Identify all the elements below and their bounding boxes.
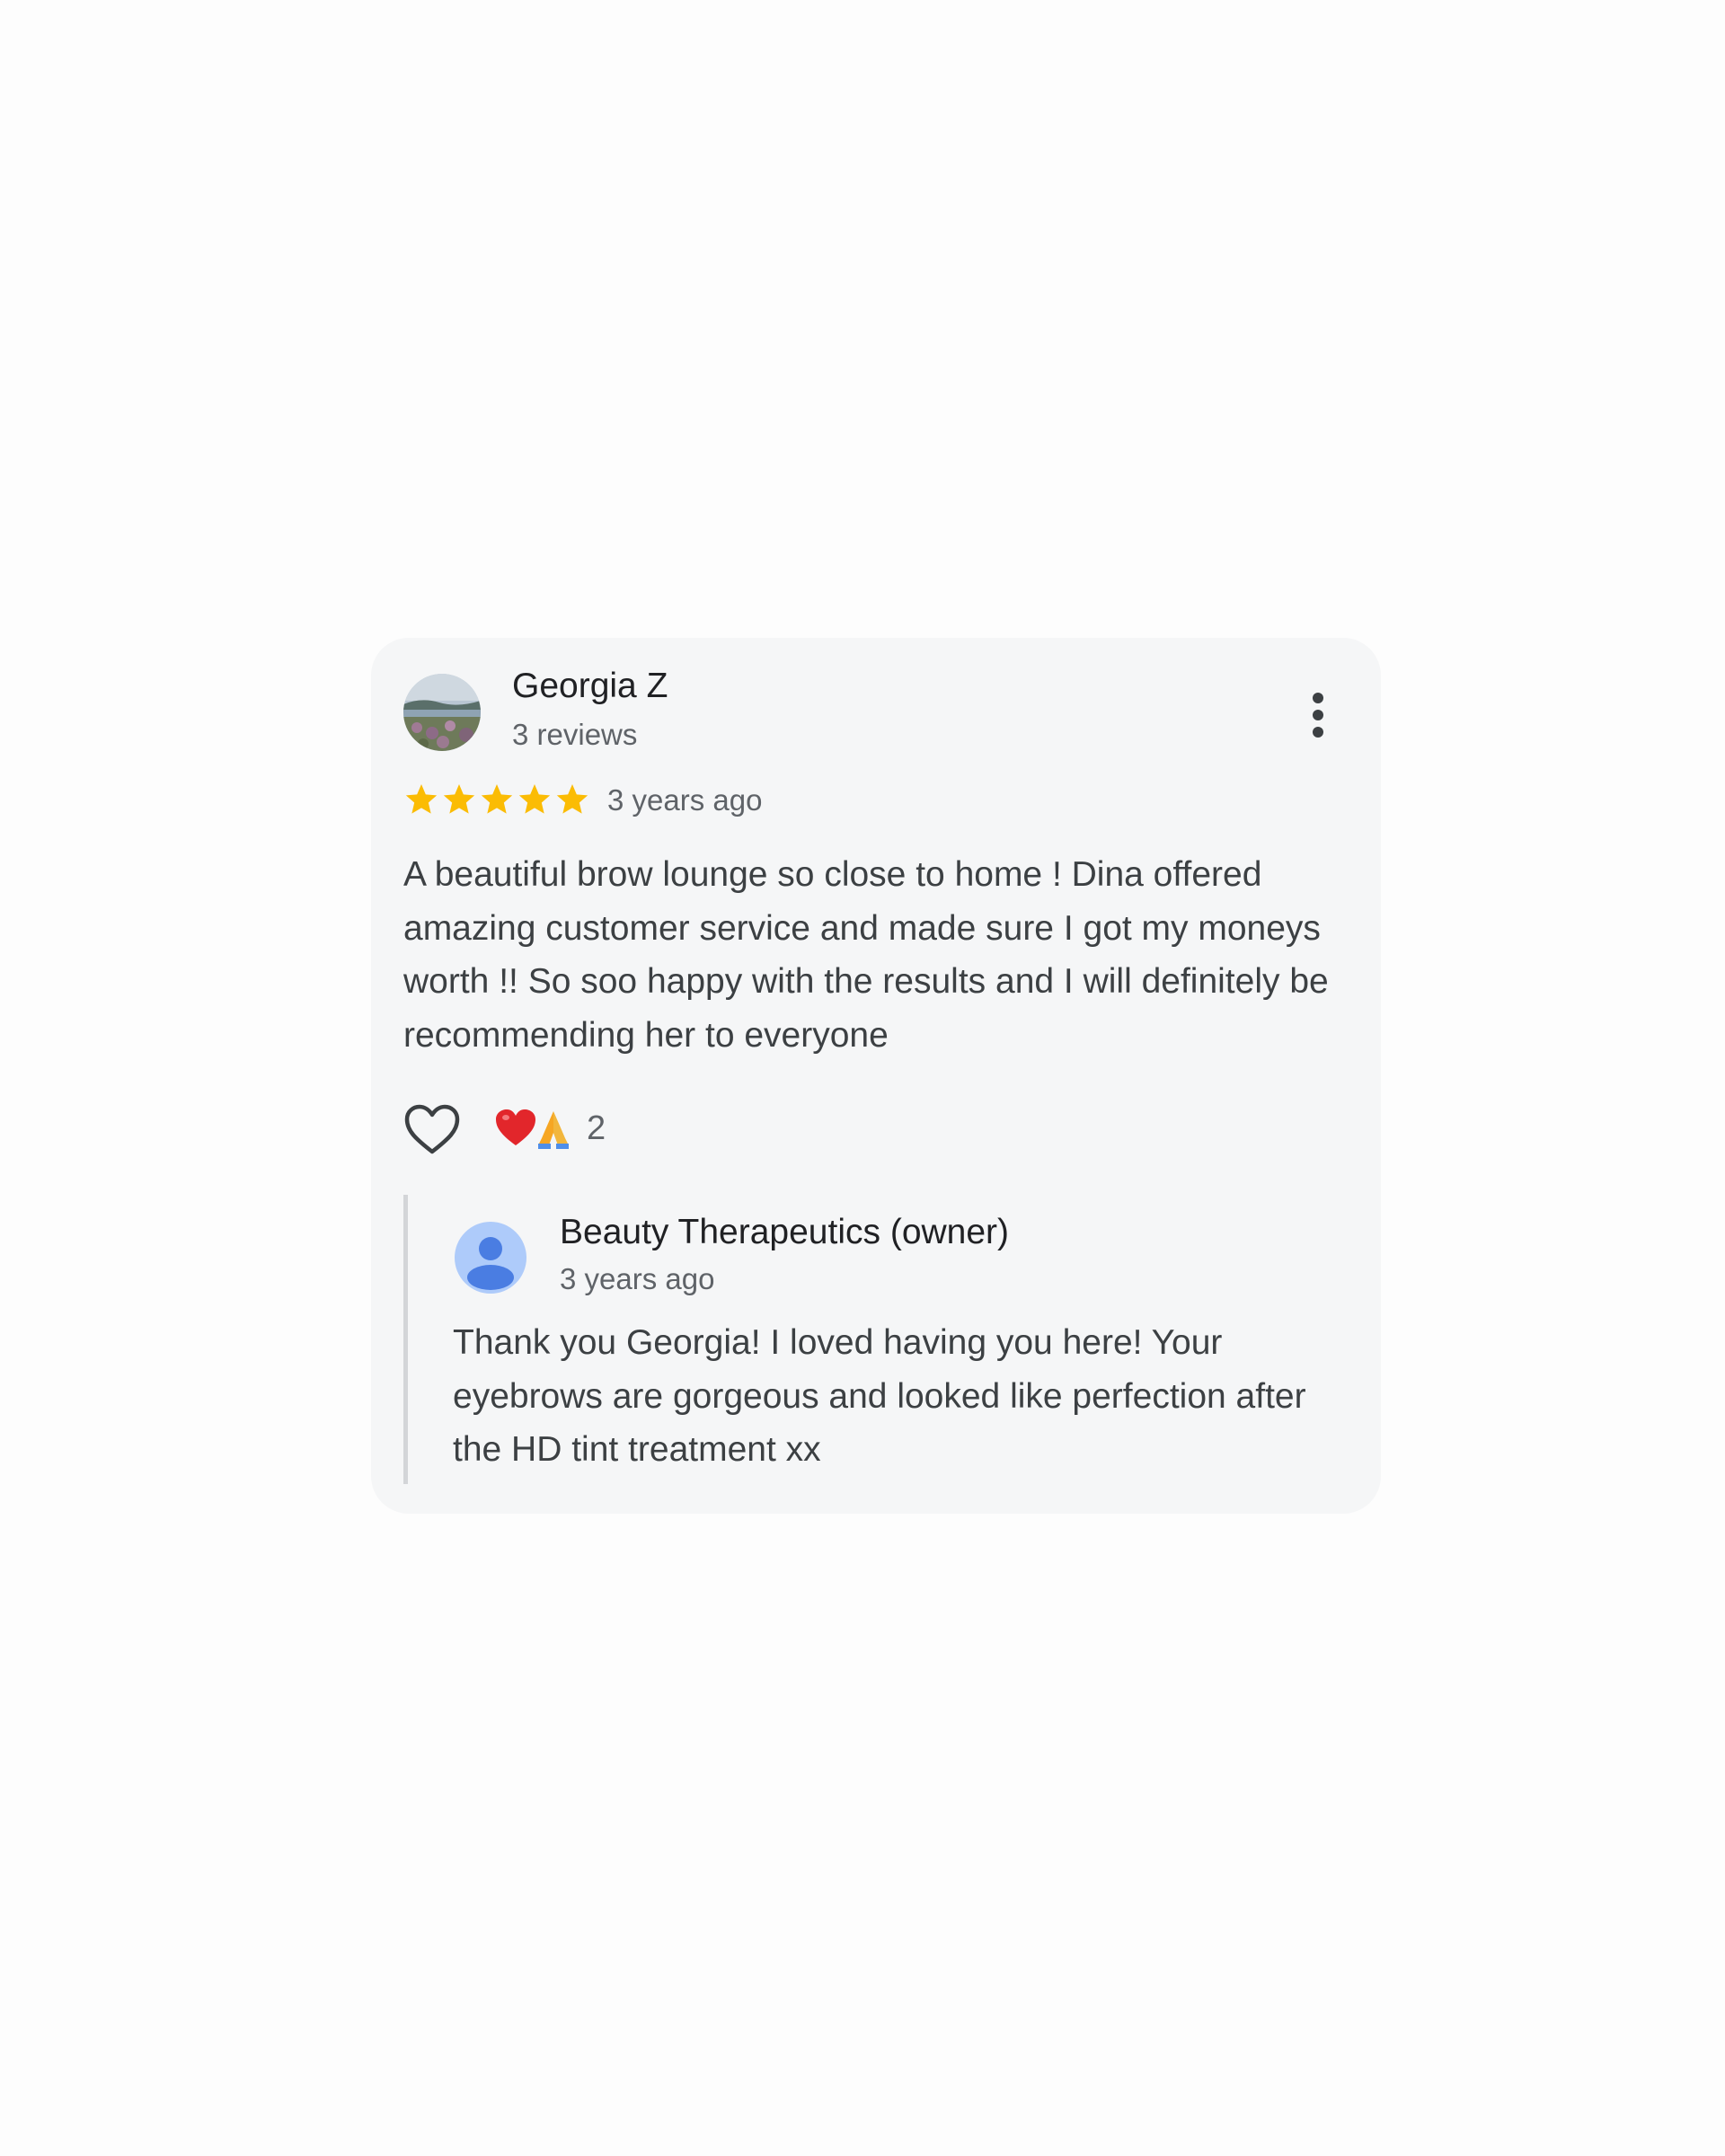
owner-name: Beauty Therapeutics (owner) bbox=[560, 1213, 1010, 1251]
star-rating bbox=[403, 782, 590, 817]
heart-outline-icon[interactable] bbox=[403, 1103, 461, 1157]
star-icon bbox=[443, 784, 475, 814]
owner-reply-text: Thank you Georgia! I loved having you he… bbox=[453, 1323, 1306, 1469]
star-icon bbox=[481, 784, 513, 814]
reaction-count: 2 bbox=[587, 1109, 606, 1147]
reviewer-avatar[interactable] bbox=[403, 674, 481, 751]
reply-divider bbox=[403, 1195, 408, 1484]
reviewer-name[interactable]: Georgia Z bbox=[512, 667, 668, 706]
star-icon bbox=[518, 784, 551, 814]
review-date: 3 years ago bbox=[607, 783, 763, 817]
reactions[interactable]: 2 bbox=[493, 1106, 606, 1151]
review-text: A beautiful brow lounge so close to home… bbox=[403, 855, 1329, 1055]
star-icon bbox=[405, 784, 438, 814]
reviewer-review-count: 3 reviews bbox=[512, 718, 638, 751]
star-icon bbox=[556, 784, 588, 814]
owner-reply-date: 3 years ago bbox=[560, 1262, 715, 1295]
more-vert-icon[interactable] bbox=[1307, 692, 1329, 738]
review-card: Georgia Z 3 reviews 3 years ago A beauti… bbox=[371, 638, 1381, 1514]
folded-hands-emoji bbox=[531, 1106, 576, 1151]
default-person-icon bbox=[455, 1222, 526, 1294]
